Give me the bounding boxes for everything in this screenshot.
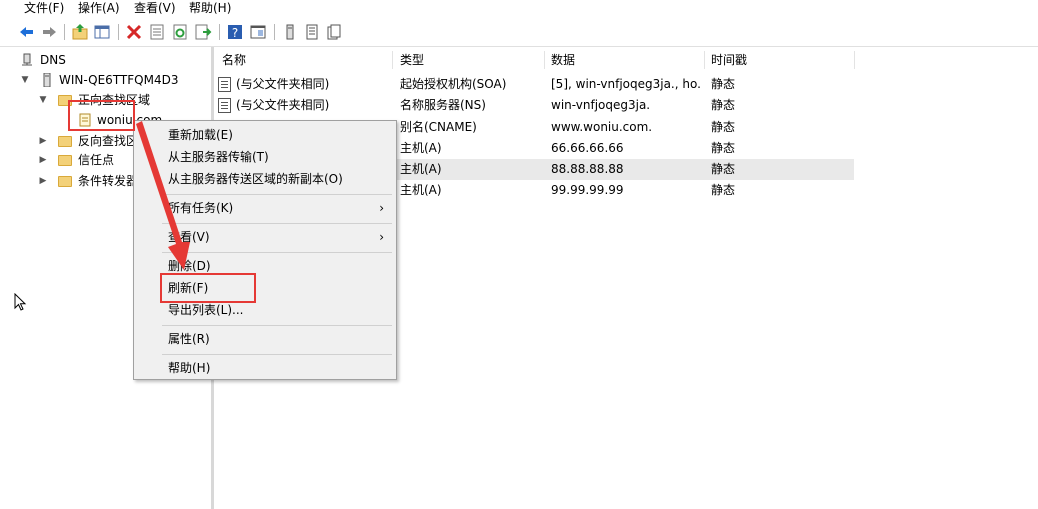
export-list-icon[interactable] [194, 23, 212, 41]
menu-separator [162, 325, 392, 326]
table-row[interactable]: (与父文件夹相同) 名称服务器(NS) win-vnfjoqeg3ja. 静态 [214, 95, 854, 116]
menu-item-reload[interactable]: 重新加载(E) [168, 128, 233, 142]
dns-icon [20, 53, 34, 67]
server-icon[interactable] [281, 23, 299, 41]
cell-timestamp: 静态 [711, 77, 736, 91]
menu-separator [162, 194, 392, 195]
cell-type: 主机(A) [400, 162, 442, 176]
menu-item-view[interactable]: 查看(V) [168, 230, 210, 244]
menu-bar: 文件(F) 操作(A) 查看(V) 帮助(H) [0, 0, 1038, 18]
tree-label: DNS [40, 53, 66, 67]
cell-data: www.woniu.com. [551, 120, 653, 134]
collapse-icon[interactable]: ▼ [20, 70, 30, 90]
table-row[interactable]: (与父文件夹相同) 起始授权机构(SOA) [5], win-vnfjoqeg3… [214, 74, 854, 95]
column-header-type[interactable]: 类型 [400, 49, 424, 71]
svg-text:?: ? [232, 26, 238, 40]
cell-data: 99.99.99.99 [551, 183, 624, 197]
menu-separator [162, 223, 392, 224]
menu-view[interactable]: 查看(V) [134, 1, 176, 15]
column-header-timestamp[interactable]: 时间戳 [711, 49, 747, 71]
up-folder-icon[interactable] [71, 23, 89, 41]
cell-data: 66.66.66.66 [551, 141, 624, 155]
tree-label: 条件转发器 [78, 174, 139, 188]
toolbar: ? [0, 18, 1038, 47]
forward-icon[interactable] [40, 23, 58, 41]
menu-item-properties[interactable]: 属性(R) [168, 332, 210, 346]
submenu-arrow-icon: › [379, 201, 384, 215]
menu-help[interactable]: 帮助(H) [189, 1, 231, 15]
menu-separator [162, 252, 392, 253]
cell-timestamp: 静态 [711, 98, 736, 112]
tree-label: 反向查找区 [78, 134, 139, 148]
cell-data: 88.88.88.88 [551, 162, 624, 176]
cell-name: (与父文件夹相同) [236, 98, 330, 112]
cell-type: 主机(A) [400, 141, 442, 155]
tree-label: WIN-QE6TTFQM4D3 [59, 73, 179, 87]
collapse-icon[interactable]: ▼ [38, 90, 48, 110]
cell-type: 名称服务器(NS) [400, 98, 486, 112]
expand-icon[interactable]: ▶ [38, 131, 48, 151]
cell-timestamp: 静态 [711, 120, 736, 134]
show-hide-tree-icon[interactable] [93, 23, 111, 41]
list-icon[interactable] [303, 23, 321, 41]
delete-icon[interactable] [125, 23, 143, 41]
column-header-data[interactable]: 数据 [551, 49, 575, 71]
folder-icon [58, 155, 72, 166]
cell-timestamp: 静态 [711, 162, 736, 176]
context-menu: 重新加载(E) 从主服务器传输(T) 从主服务器传送区域的新副本(O) 所有任务… [133, 120, 397, 380]
help-icon[interactable]: ? [226, 23, 244, 41]
back-icon[interactable] [18, 23, 36, 41]
copy-icon[interactable] [325, 23, 343, 41]
menu-item-export-list[interactable]: 导出列表(L)... [168, 303, 244, 317]
zone-highlight-box [68, 100, 135, 131]
refresh-icon[interactable] [171, 23, 189, 41]
tree-label: 信任点 [78, 153, 115, 167]
cell-name: (与父文件夹相同) [236, 77, 330, 91]
menu-action[interactable]: 操作(A) [78, 1, 120, 15]
refresh-highlight-box [160, 273, 256, 303]
cell-data: [5], win-vnfjoqeg3ja., ho... [551, 77, 701, 91]
menu-item-help[interactable]: 帮助(H) [168, 361, 210, 375]
folder-icon [58, 136, 72, 147]
menu-item-all-tasks[interactable]: 所有任务(K) [168, 201, 233, 215]
record-icon [218, 77, 231, 92]
cell-data: win-vnfjoqeg3ja. [551, 98, 651, 112]
cell-type: 别名(CNAME) [400, 120, 477, 134]
menu-file[interactable]: 文件(F) [24, 1, 64, 15]
record-icon [218, 98, 231, 113]
cell-type: 主机(A) [400, 183, 442, 197]
menu-item-transfer-from-master[interactable]: 从主服务器传输(T) [168, 150, 269, 164]
column-header-name[interactable]: 名称 [222, 49, 246, 71]
menu-item-transfer-new-copy[interactable]: 从主服务器传送区域的新副本(O) [168, 172, 343, 186]
expand-icon[interactable]: ▶ [38, 171, 48, 191]
cell-timestamp: 静态 [711, 141, 736, 155]
properties-icon[interactable] [148, 23, 166, 41]
cell-type: 起始授权机构(SOA) [400, 77, 507, 91]
submenu-arrow-icon: › [379, 230, 384, 244]
cell-timestamp: 静态 [711, 183, 736, 197]
server-icon [40, 72, 54, 88]
expand-icon[interactable]: ▶ [38, 150, 48, 170]
show-console-icon[interactable] [249, 23, 267, 41]
mouse-cursor-icon [14, 293, 27, 311]
folder-icon [58, 176, 72, 187]
menu-separator [162, 354, 392, 355]
menu-item-delete[interactable]: 删除(D) [168, 259, 211, 273]
